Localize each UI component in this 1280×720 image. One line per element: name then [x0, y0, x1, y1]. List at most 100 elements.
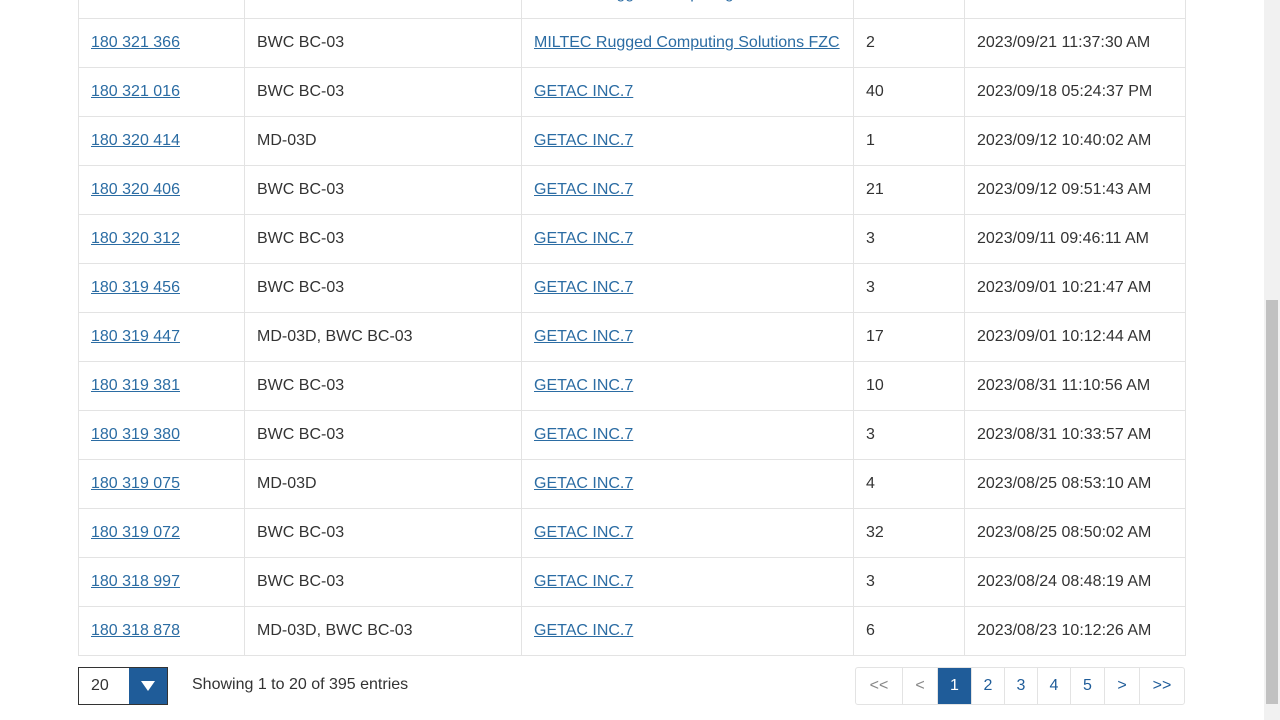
scrollbar-thumb[interactable]	[1266, 300, 1278, 704]
reference-link[interactable]: 180 321 016	[91, 83, 180, 100]
supplier-cell: MILTEC Rugged Computing	[521, 0, 854, 19]
pagination: << < 1 2 3 4 5 > >>	[855, 667, 1185, 705]
product-text: BWC BC-03	[257, 279, 345, 296]
date-text: 2023/08/24 08:48:19 AM	[977, 573, 1152, 590]
product-text: BWC BC-03	[257, 426, 345, 443]
supplier-cell: GETAC INC.7	[521, 410, 854, 460]
quantity-text: 3	[866, 573, 875, 590]
quantity-cell: 3	[853, 263, 965, 313]
prev-page-button[interactable]: <	[902, 668, 937, 704]
product-text: BWC BC-03	[257, 83, 345, 100]
table-row: 180 320 406 BWC BC-03 GETAC INC.7 21 2023/09…	[78, 165, 1186, 215]
date-cell: 2023/08/24 08:48:19 AM	[964, 557, 1186, 607]
supplier-cell: GETAC INC.7	[521, 67, 854, 117]
supplier-link[interactable]: GETAC INC.7	[534, 622, 633, 639]
date-cell: 2023/09/18 05:24:37 PM	[964, 67, 1186, 117]
quantity-cell: 3	[853, 557, 965, 607]
date-text: 2023/09/21 ...	[977, 0, 1075, 2]
date-cell: 2023/08/25 08:50:02 AM	[964, 508, 1186, 558]
quantity-cell: 2	[853, 18, 965, 68]
date-cell: 2023/09/01 10:21:47 AM	[964, 263, 1186, 313]
quantity-text: 17	[866, 328, 884, 345]
reference-link[interactable]: 180 318 878	[91, 622, 180, 639]
table-row: 180 320 312 BWC BC-03 GETAC INC.7 3 2023/09/…	[78, 214, 1186, 264]
date-text: 2023/09/21 11:37:30 AM	[977, 34, 1151, 51]
reference-cell: 180 320 414	[78, 116, 245, 166]
page-4-button[interactable]: 4	[1037, 668, 1070, 704]
product-cell: BWC BC-03	[244, 410, 522, 460]
first-page-button[interactable]: <<	[856, 668, 902, 704]
table-row: 180 318 878 MD-03D, BWC BC-03 GETAC INC.7 6…	[78, 606, 1186, 656]
date-cell: 2023/08/25 08:53:10 AM	[964, 459, 1186, 509]
supplier-link[interactable]: GETAC INC.7	[534, 230, 633, 247]
table-row: 180 321 441 MILTEC Rugged Computing 2023/0…	[78, 0, 1186, 19]
next-page-button[interactable]: >	[1104, 668, 1139, 704]
reference-link[interactable]: 180 321 441	[91, 0, 180, 2]
supplier-link[interactable]: GETAC INC.7	[534, 573, 633, 590]
page-3-button[interactable]: 3	[1004, 668, 1037, 704]
date-text: 2023/08/25 08:53:10 AM	[977, 475, 1152, 492]
date-text: 2023/08/23 10:12:26 AM	[977, 622, 1152, 639]
reference-link[interactable]: 180 320 414	[91, 132, 180, 149]
reference-cell: 180 318 878	[78, 606, 245, 656]
supplier-link[interactable]: GETAC INC.7	[534, 328, 633, 345]
quantity-cell: 4	[853, 459, 965, 509]
supplier-link[interactable]: MILTEC Rugged Computing	[534, 0, 734, 2]
reference-link[interactable]: 180 318 997	[91, 573, 180, 590]
reference-link[interactable]: 180 320 406	[91, 181, 180, 198]
product-cell: BWC BC-03	[244, 214, 522, 264]
last-page-button[interactable]: >>	[1139, 668, 1184, 704]
product-text: MD-03D	[257, 132, 317, 149]
date-text: 2023/09/12 10:40:02 AM	[977, 132, 1152, 149]
product-text: MD-03D, BWC BC-03	[257, 622, 413, 639]
date-cell: 2023/09/11 09:46:11 AM	[964, 214, 1186, 264]
reference-link[interactable]: 180 319 380	[91, 426, 180, 443]
supplier-link[interactable]: GETAC INC.7	[534, 181, 633, 198]
supplier-link[interactable]: MILTEC Rugged Computing Solutions FZC	[534, 34, 840, 51]
results-table-body: 180 321 441 MILTEC Rugged Computing 2023/0…	[78, 0, 1186, 656]
reference-cell: 180 319 456	[78, 263, 245, 313]
page: 180 321 441 MILTEC Rugged Computing 2023/0…	[0, 0, 1280, 720]
supplier-link[interactable]: GETAC INC.7	[534, 475, 633, 492]
reference-link[interactable]: 180 319 447	[91, 328, 180, 345]
supplier-link[interactable]: GETAC INC.7	[534, 132, 633, 149]
reference-link[interactable]: 180 321 366	[91, 34, 180, 51]
page-2-button[interactable]: 2	[971, 668, 1004, 704]
reference-link[interactable]: 180 319 072	[91, 524, 180, 541]
supplier-link[interactable]: GETAC INC.7	[534, 377, 633, 394]
supplier-cell: GETAC INC.7	[521, 116, 854, 166]
product-cell: MD-03D	[244, 459, 522, 509]
reference-cell: 180 318 997	[78, 557, 245, 607]
date-cell: 2023/08/23 10:12:26 AM	[964, 606, 1186, 656]
reference-link[interactable]: 180 320 312	[91, 230, 180, 247]
product-text: MD-03D	[257, 475, 317, 492]
supplier-link[interactable]: GETAC INC.7	[534, 426, 633, 443]
supplier-link[interactable]: GETAC INC.7	[534, 83, 633, 100]
quantity-text: 32	[866, 524, 884, 541]
reference-link[interactable]: 180 319 456	[91, 279, 180, 296]
supplier-cell: GETAC INC.7	[521, 459, 854, 509]
quantity-cell: 40	[853, 67, 965, 117]
quantity-text: 4	[866, 475, 875, 492]
page-size-dropdown-button[interactable]	[129, 668, 167, 704]
page-5-button[interactable]: 5	[1070, 668, 1104, 704]
table-row: 180 319 456 BWC BC-03 GETAC INC.7 3 2023/09/…	[78, 263, 1186, 313]
page-size-select[interactable]: 20	[78, 667, 168, 705]
page-1-button[interactable]: 1	[937, 668, 971, 704]
supplier-link[interactable]: GETAC INC.7	[534, 524, 633, 541]
page-size-value: 20	[91, 677, 109, 694]
reference-link[interactable]: 180 319 381	[91, 377, 180, 394]
reference-link[interactable]: 180 319 075	[91, 475, 180, 492]
quantity-text: 3	[866, 230, 875, 247]
product-cell: BWC BC-03	[244, 557, 522, 607]
date-text: 2023/08/31 10:33:57 AM	[977, 426, 1152, 443]
date-text: 2023/09/11 09:46:11 AM	[977, 230, 1149, 247]
quantity-text: 40	[866, 83, 884, 100]
product-text: BWC BC-03	[257, 34, 345, 51]
vertical-scrollbar[interactable]	[1264, 0, 1280, 720]
product-cell: BWC BC-03	[244, 508, 522, 558]
reference-cell: 180 321 441	[78, 0, 245, 19]
supplier-cell: GETAC INC.7	[521, 508, 854, 558]
product-text: BWC BC-03	[257, 377, 345, 394]
supplier-link[interactable]: GETAC INC.7	[534, 279, 633, 296]
